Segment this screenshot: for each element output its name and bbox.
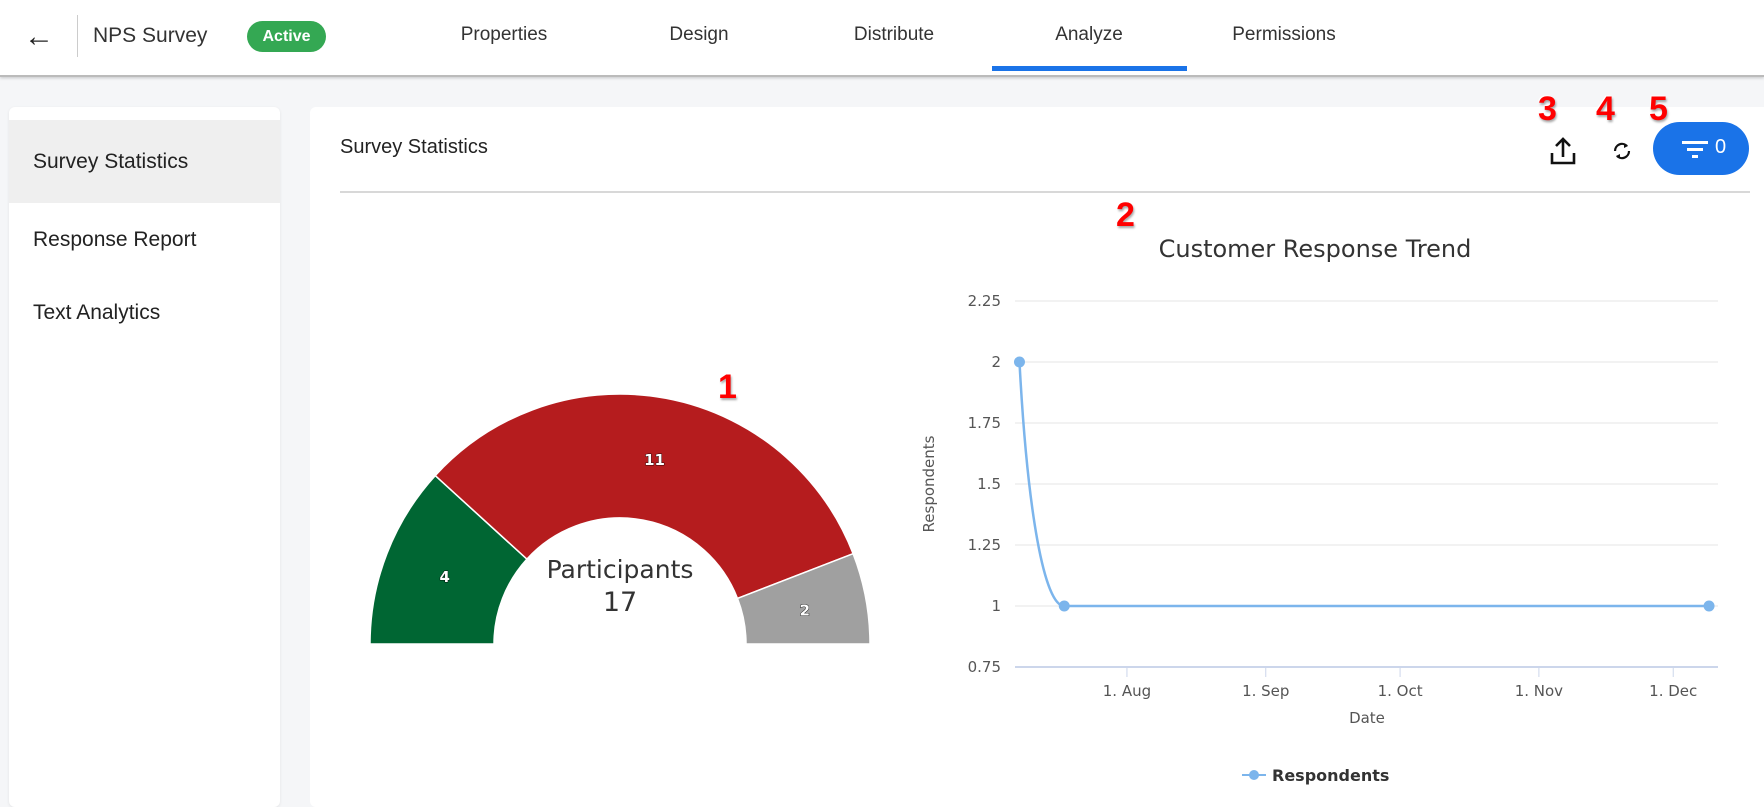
y-tick-label: 2.25 bbox=[968, 292, 1001, 310]
x-axis-label: Date bbox=[1349, 709, 1385, 727]
y-axis-label: Respondents bbox=[920, 435, 938, 532]
y-tick-label: 1 bbox=[991, 597, 1001, 615]
y-tick-label: 2 bbox=[991, 353, 1001, 371]
gauge-center-value: 17 bbox=[603, 587, 637, 618]
gauge-slice-label: 11 bbox=[644, 451, 665, 469]
data-point[interactable] bbox=[1703, 600, 1715, 612]
x-tick-label: 1. Dec bbox=[1649, 682, 1697, 700]
legend-marker bbox=[1249, 770, 1259, 780]
participants-gauge-chart: Participants 17 4 11 2 bbox=[369, 393, 871, 645]
y-tick-label: 0.75 bbox=[968, 658, 1001, 676]
data-point[interactable] bbox=[1013, 356, 1025, 368]
gauge-slice-label: 4 bbox=[439, 568, 449, 586]
gauge-center-label: Participants bbox=[547, 555, 694, 584]
legend-label: Respondents bbox=[1272, 766, 1389, 785]
x-tick-label: 1. Nov bbox=[1515, 682, 1563, 700]
x-tick-label: 1. Sep bbox=[1242, 682, 1289, 700]
gauge-slice-label: 2 bbox=[800, 601, 810, 619]
data-point[interactable] bbox=[1058, 600, 1070, 612]
chart-title: Customer Response Trend bbox=[1159, 235, 1472, 263]
response-trend-chart: Customer Response Trend Respondents Date… bbox=[920, 235, 1718, 785]
x-tick-label: 1. Oct bbox=[1378, 682, 1423, 700]
x-tick-label: 1. Aug bbox=[1103, 682, 1151, 700]
y-tick-label: 1.25 bbox=[968, 536, 1001, 554]
legend-item-respondents[interactable]: Respondents bbox=[1242, 766, 1389, 785]
y-tick-label: 1.75 bbox=[968, 414, 1001, 432]
y-tick-label: 1.5 bbox=[977, 475, 1001, 493]
